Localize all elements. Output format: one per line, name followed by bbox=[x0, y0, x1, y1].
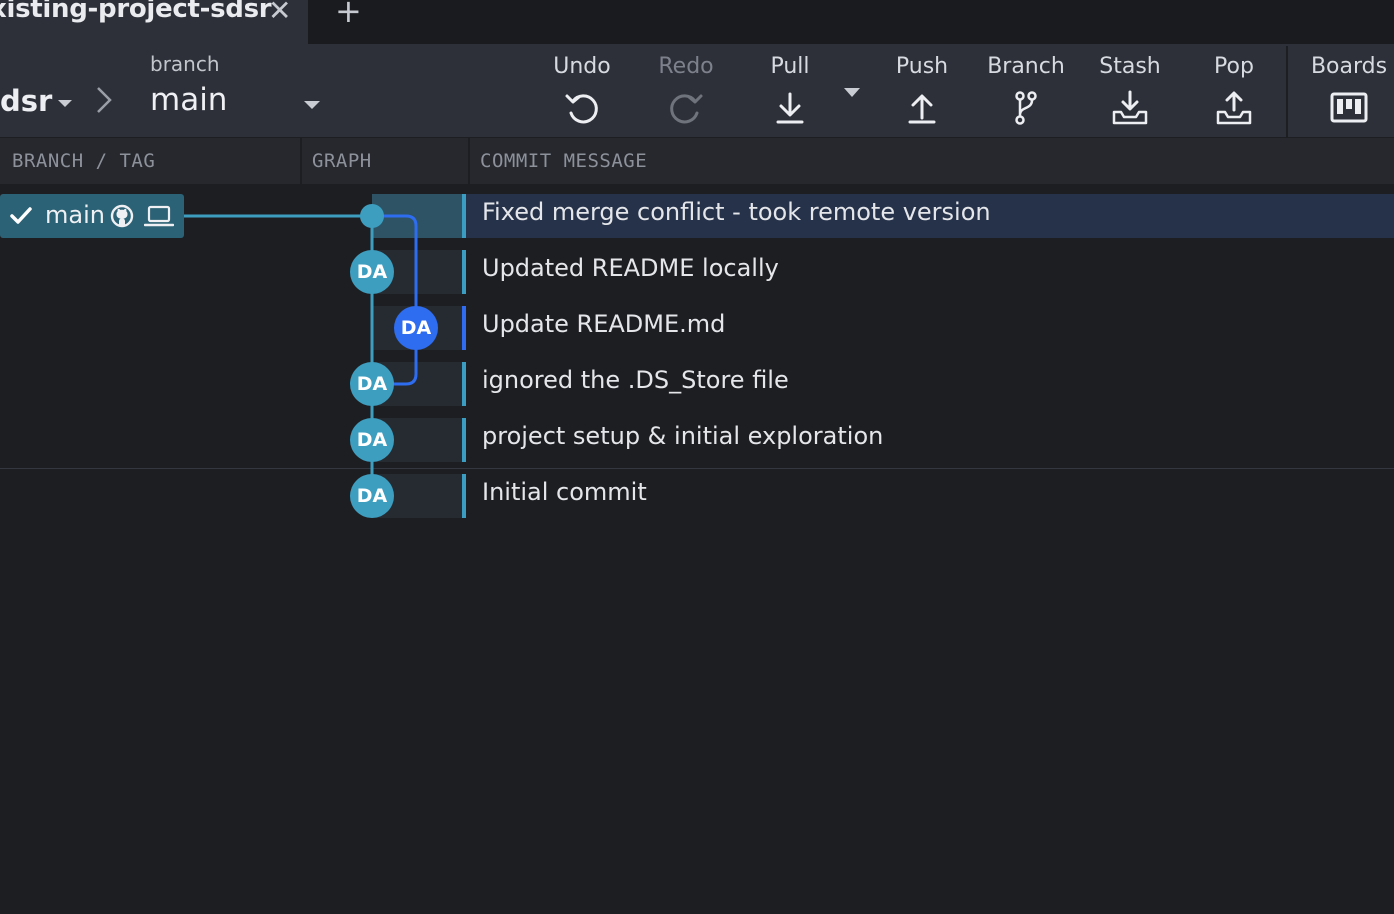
close-tab-icon[interactable]: ✕ bbox=[268, 0, 291, 27]
commit-list: Fixed merge conflict - took remote versi… bbox=[0, 184, 1394, 914]
branch-selector[interactable]: main bbox=[150, 82, 227, 118]
lane-color-bar bbox=[462, 306, 466, 350]
branch-icon bbox=[1015, 91, 1037, 125]
branch-dropdown-caret-icon[interactable] bbox=[304, 101, 320, 109]
stash-label: Stash bbox=[1099, 54, 1161, 79]
tab-bar: xisting-project-sdsr ✕ + bbox=[0, 0, 1394, 44]
boards-label: Boards bbox=[1310, 54, 1388, 79]
check-icon bbox=[10, 207, 32, 224]
author-avatar[interactable]: DA bbox=[350, 418, 394, 462]
author-avatar[interactable]: DA bbox=[394, 306, 438, 350]
commit-row[interactable]: Update README.md bbox=[0, 296, 1394, 352]
boards-button[interactable]: Boards bbox=[1304, 44, 1394, 137]
stash-icon bbox=[1112, 90, 1148, 125]
lane-color-bar bbox=[462, 250, 466, 294]
toolbar: dsr branch main Undo Redo Pull Push Bran… bbox=[0, 44, 1394, 137]
commit-message: Initial commit bbox=[482, 478, 647, 506]
github-icon bbox=[110, 204, 134, 228]
pull-options-caret-icon[interactable] bbox=[844, 88, 860, 97]
redo-icon bbox=[670, 94, 703, 124]
pop-icon bbox=[1216, 91, 1252, 125]
breadcrumb-chevron-icon bbox=[97, 87, 112, 113]
commit-message: Fixed merge conflict - took remote versi… bbox=[482, 198, 991, 226]
branch-button-label: Branch bbox=[987, 54, 1065, 79]
branch-tag-column-header[interactable]: BRANCH / TAG bbox=[12, 150, 155, 172]
branch-button[interactable]: Branch bbox=[980, 44, 1072, 137]
commit-message: ignored the .DS_Store file bbox=[482, 366, 789, 394]
push-icon bbox=[908, 94, 936, 124]
pull-button[interactable]: Pull bbox=[750, 44, 830, 137]
lane-color-bar bbox=[462, 362, 466, 406]
redo-label: Redo bbox=[658, 54, 714, 79]
redo-button[interactable]: Redo bbox=[646, 44, 726, 137]
commit-message: Updated README locally bbox=[482, 254, 779, 282]
pull-icon bbox=[776, 92, 804, 124]
branch-pill-main[interactable]: main bbox=[0, 194, 184, 238]
pull-label: Pull bbox=[770, 54, 810, 79]
lane-color-bar bbox=[462, 194, 466, 238]
repo-selector[interactable]: dsr bbox=[0, 84, 52, 118]
push-label: Push bbox=[895, 54, 949, 79]
commit-row[interactable]: Fixed merge conflict - took remote versi… bbox=[0, 184, 1394, 240]
branch-pill-label: main bbox=[45, 201, 105, 229]
branch-label: branch bbox=[150, 52, 220, 76]
commit-row[interactable]: project setup & initial exploration bbox=[0, 408, 1394, 464]
lane-color-bar bbox=[462, 474, 466, 518]
author-avatar[interactable]: DA bbox=[350, 250, 394, 294]
toolbar-divider bbox=[1286, 46, 1288, 137]
author-avatar[interactable]: DA bbox=[350, 362, 394, 406]
laptop-icon bbox=[144, 205, 174, 227]
new-tab-icon[interactable]: + bbox=[335, 0, 362, 30]
repo-tab-title: xisting-project-sdsr bbox=[0, 0, 272, 24]
pop-button[interactable]: Pop bbox=[1194, 44, 1274, 137]
lane-color-bar bbox=[462, 418, 466, 462]
graph-cell bbox=[372, 194, 464, 238]
author-avatar[interactable]: DA bbox=[350, 474, 394, 518]
pop-label: Pop bbox=[1214, 54, 1254, 79]
boards-icon bbox=[1330, 92, 1368, 123]
column-resize-handle[interactable] bbox=[468, 138, 470, 184]
repo-tab[interactable]: xisting-project-sdsr ✕ bbox=[0, 0, 308, 44]
stash-button[interactable]: Stash bbox=[1090, 44, 1170, 137]
graph-column-header[interactable]: GRAPH bbox=[312, 150, 372, 172]
commit-row[interactable]: ignored the .DS_Store file bbox=[0, 352, 1394, 408]
undo-button[interactable]: Undo bbox=[542, 44, 622, 137]
undo-icon bbox=[565, 94, 598, 124]
push-button[interactable]: Push bbox=[882, 44, 962, 137]
commit-row[interactable]: Initial commit bbox=[0, 464, 1394, 520]
commit-row[interactable]: Updated README locally bbox=[0, 240, 1394, 296]
undo-label: Undo bbox=[553, 54, 611, 79]
column-header: BRANCH / TAG GRAPH COMMIT MESSAGE bbox=[0, 138, 1394, 184]
commit-message: Update README.md bbox=[482, 310, 726, 338]
column-resize-handle[interactable] bbox=[300, 138, 302, 184]
commit-message-column-header[interactable]: COMMIT MESSAGE bbox=[480, 150, 647, 172]
repo-dropdown-caret-icon[interactable] bbox=[58, 100, 72, 107]
commit-message: project setup & initial exploration bbox=[482, 422, 884, 450]
